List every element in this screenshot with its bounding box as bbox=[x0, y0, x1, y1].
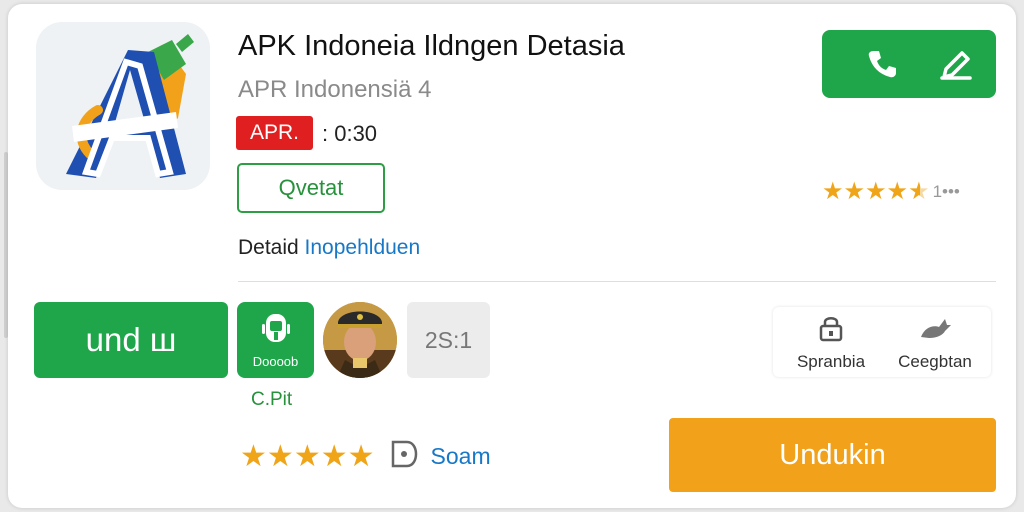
side-actions: Spranbia Ceegbtan bbox=[773, 307, 991, 377]
half-star-icon: ★ bbox=[908, 178, 930, 205]
android-tile-label: Doooob bbox=[252, 354, 299, 369]
avatar[interactable] bbox=[323, 302, 397, 378]
time-label: : 0:30 bbox=[322, 121, 378, 146]
rating-stars: ★ ★ ★ ★ ★ 1••• bbox=[822, 180, 960, 204]
detail-link[interactable]: Inopehlduen bbox=[305, 236, 421, 259]
star-icon: ★ bbox=[293, 439, 321, 473]
contact-button[interactable] bbox=[822, 30, 996, 98]
info-tag-icon[interactable] bbox=[389, 438, 419, 475]
star-icon: ★ bbox=[347, 439, 375, 473]
bottom-rating: ★ ★ ★ ★ ★ Soam bbox=[240, 438, 491, 475]
app-title: APK Indoneia Ildngen Detasia bbox=[238, 30, 625, 62]
app-logo-icon bbox=[36, 22, 210, 190]
divider bbox=[238, 281, 996, 282]
detail-row: Detaid Inopehlduen bbox=[238, 236, 420, 260]
android-tile[interactable]: Doooob bbox=[237, 302, 314, 378]
phone-icon bbox=[866, 48, 898, 85]
star-icon: ★ bbox=[886, 178, 909, 205]
bird-icon bbox=[921, 319, 951, 338]
star-icon: ★ bbox=[822, 178, 844, 205]
side-item-2-label: Ceegbtan bbox=[898, 352, 972, 371]
count-tile[interactable]: 2S:1 bbox=[407, 302, 490, 378]
star-icon: ★ bbox=[240, 439, 267, 473]
download-button[interactable]: Undukin bbox=[669, 418, 996, 492]
star-icon: ★ bbox=[843, 178, 866, 205]
download-button-secondary[interactable]: und ш bbox=[34, 302, 228, 378]
star-icon: ★ bbox=[320, 439, 348, 473]
detail-label: Detaid bbox=[238, 236, 299, 259]
save-label[interactable]: Soam bbox=[431, 443, 491, 470]
star-icon: ★ bbox=[266, 439, 294, 473]
android-caption: C.Pit bbox=[251, 389, 293, 410]
star-icon: ★ bbox=[865, 178, 887, 205]
lock-icon bbox=[819, 317, 843, 342]
status-badge: APR. bbox=[236, 116, 313, 150]
side-item-lock[interactable]: Spranbia bbox=[781, 313, 881, 372]
edit-icon bbox=[938, 47, 974, 86]
app-subtitle: APR Indonensiä 4 bbox=[238, 76, 432, 103]
side-item-1-label: Spranbia bbox=[796, 352, 866, 371]
android-icon bbox=[262, 314, 290, 342]
view-button[interactable]: Qvetat bbox=[237, 163, 385, 213]
rating-count: 1••• bbox=[932, 182, 960, 201]
side-item-bird[interactable]: Ceegbtan bbox=[885, 313, 985, 372]
